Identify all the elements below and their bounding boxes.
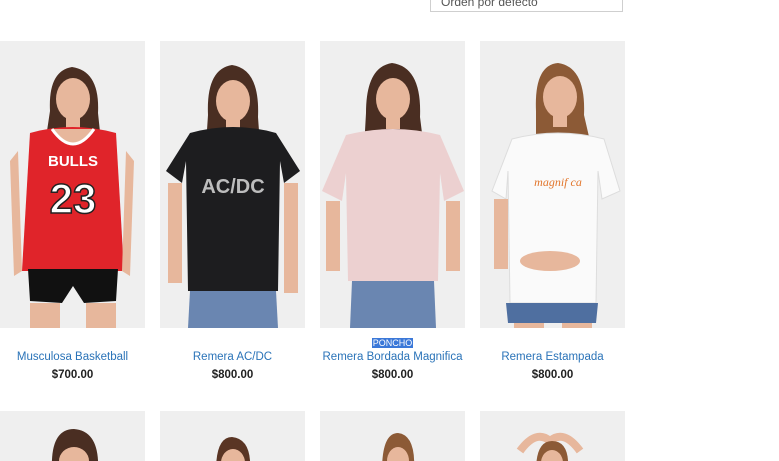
product-price: $800.00 — [211, 369, 254, 381]
product-listing-page: Orden por defecto BULLS 23 Musculosa Bas… — [0, 0, 779, 461]
product-name-link[interactable]: Musculosa Basketball — [0, 351, 155, 363]
product-badge: PONCHO — [320, 338, 465, 348]
sort-select[interactable]: Orden por defecto — [430, 0, 623, 12]
poncho-badge: PONCHO — [371, 338, 414, 348]
product-image[interactable] — [320, 41, 465, 328]
product-image-partial[interactable] — [160, 411, 305, 461]
product-image[interactable]: AC/DC — [160, 41, 305, 328]
sort-select-label: Orden por defecto — [441, 0, 538, 9]
product-price: $800.00 — [371, 369, 414, 381]
product-image[interactable]: BULLS 23 — [0, 41, 145, 328]
product-name-link[interactable]: Remera Estampada — [470, 351, 635, 363]
product-name-link[interactable]: Remera Bordada Magnifica — [310, 351, 475, 363]
svg-text:BULLS: BULLS — [48, 153, 98, 170]
product-price: $800.00 — [531, 369, 574, 381]
product-image-partial[interactable] — [480, 411, 625, 461]
svg-text:AC/DC: AC/DC — [201, 176, 264, 198]
product-image-partial[interactable] — [320, 411, 465, 461]
product-price: $700.00 — [51, 369, 94, 381]
product-image-partial[interactable] — [0, 411, 145, 461]
svg-text:23: 23 — [50, 175, 97, 222]
product-image[interactable]: magnif ca — [480, 41, 625, 328]
svg-text:magnif ca: magnif ca — [534, 175, 582, 189]
product-name-link[interactable]: Remera AC/DC — [150, 351, 315, 363]
